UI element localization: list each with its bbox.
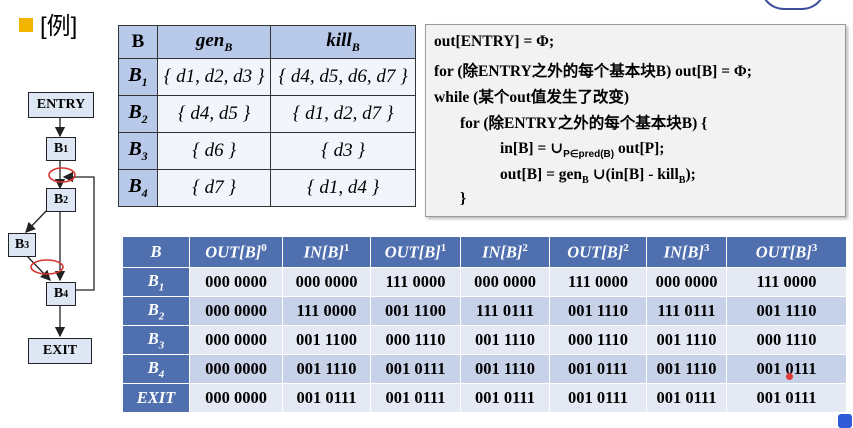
gk-gen: { d7 }: [156, 169, 272, 207]
res-cell: 001 1110: [282, 354, 371, 384]
res-cell: 001 0111: [646, 383, 727, 413]
app-corner-icon[interactable]: [838, 414, 852, 428]
gk-kill: { d1, d4 }: [270, 169, 416, 207]
algo-line-6: out[B] = genB ∪(in[B] - killB);: [500, 166, 696, 187]
highlight-ellipse-b2-in: [48, 167, 76, 183]
algo-line-3: while (某个out值发生了改变): [434, 89, 630, 106]
res-cell: 111 0111: [460, 296, 550, 326]
res-row: B2 000 0000 111 0000 001 1100 111 0111 001 11…: [122, 296, 847, 326]
gk-header-block: B: [118, 25, 158, 59]
res-block: B3: [122, 325, 190, 355]
res-cell: 001 1110: [549, 296, 647, 326]
res-cell: 000 0000: [460, 267, 550, 297]
university-logo: [760, 0, 826, 10]
gk-row: B3 { d6 } { d3 }: [118, 132, 416, 170]
res-block: B4: [122, 354, 190, 384]
res-header-out1: OUT[B]1: [370, 236, 461, 268]
algo-line-5: in[B] = ∪P∈pred(B) out[P];: [500, 140, 665, 161]
res-row: B3 000 0000 001 1100 000 1110 001 1110 000 11…: [122, 325, 847, 355]
res-cell: 001 1110: [646, 325, 727, 355]
res-cell: 000 0000: [189, 354, 283, 384]
node-exit: EXIT: [28, 338, 92, 364]
node-b4: B4: [46, 282, 76, 306]
node-entry: ENTRY: [28, 92, 94, 118]
res-cell: 000 0000: [189, 325, 283, 355]
title-bullet: [19, 18, 33, 32]
res-cell: 000 0000: [189, 383, 283, 413]
res-row: EXIT 000 0000 001 0111 001 0111 001 0111 001 …: [122, 383, 847, 413]
res-cell: 000 1110: [726, 325, 847, 355]
algo-line-2: for (除ENTRY之外的每个基本块B) out[B] = Φ;: [434, 63, 752, 80]
res-cell: 000 0000: [189, 267, 283, 297]
results-table: B OUT[B]0 IN[B]1 OUT[B]1 IN[B]2 OUT[B]2 …: [122, 236, 847, 413]
res-cell: 001 0111: [282, 383, 371, 413]
gk-row: B4 { d7 } { d1, d4 }: [118, 169, 416, 207]
gk-gen: { d1, d2, d3 }: [156, 58, 272, 96]
res-row: B4 000 0000 001 1110 001 0111 001 1110 001 01…: [122, 354, 847, 384]
algo-line-7: }: [460, 190, 467, 207]
res-cell: 001 1100: [282, 325, 371, 355]
res-cell: 111 0000: [549, 267, 647, 297]
res-cell: 000 0000: [282, 267, 371, 297]
res-row: B1 000 0000 000 0000 111 0000 000 0000 111 00…: [122, 267, 847, 297]
res-header-out0: OUT[B]0: [189, 236, 283, 268]
res-cell: 111 0000: [370, 267, 461, 297]
gk-kill: { d4, d5, d6, d7 }: [270, 58, 416, 96]
gk-block: B3: [118, 132, 158, 170]
res-cell: 001 0111: [370, 354, 461, 384]
gk-gen: { d4, d5 }: [156, 95, 272, 133]
gen-kill-table: B genB killB B1 { d1, d2, d3 } { d4, d5,…: [118, 25, 416, 207]
res-header-in3: IN[B]3: [646, 236, 727, 268]
algo-line-4: for (除ENTRY之外的每个基本块B) {: [460, 115, 708, 132]
res-cell: 111 0000: [726, 267, 847, 297]
flow-graph-edges: [25, 118, 95, 338]
res-cell: 001 0111: [726, 383, 847, 413]
res-header-in1: IN[B]1: [282, 236, 371, 268]
res-cell: 001 1110: [460, 325, 550, 355]
algorithm-box: out[ENTRY] = Φ; for (除ENTRY之外的每个基本块B) ou…: [425, 24, 846, 217]
res-cell: 111 0111: [646, 296, 727, 326]
res-block: B1: [122, 267, 190, 297]
node-b3: B3: [8, 233, 36, 257]
res-cell: 001 1100: [370, 296, 461, 326]
laser-pointer-dot: [786, 373, 793, 380]
gk-block: B2: [118, 95, 158, 133]
res-cell: 000 0000: [189, 296, 283, 326]
res-header-out3: OUT[B]3: [726, 236, 847, 268]
res-block: EXIT: [122, 383, 190, 413]
gk-header-kill: killB: [270, 25, 416, 59]
res-header-in2: IN[B]2: [460, 236, 550, 268]
algo-line-1: out[ENTRY] = Φ;: [434, 33, 555, 50]
res-cell: 001 0111: [460, 383, 550, 413]
res-cell: 001 0111: [549, 354, 647, 384]
gk-block: B4: [118, 169, 158, 207]
gk-gen: { d6 }: [156, 132, 272, 170]
res-header-block: B: [122, 236, 190, 268]
res-cell: 000 1110: [549, 325, 647, 355]
gk-row: B2 { d4, d5 } { d1, d2, d7 }: [118, 95, 416, 133]
gk-header-gen: genB: [156, 25, 272, 59]
example-label: [例]: [40, 13, 78, 40]
node-b1: B1: [46, 137, 76, 161]
res-cell: 000 1110: [370, 325, 461, 355]
res-block: B2: [122, 296, 190, 326]
res-cell: 001 0111: [549, 383, 647, 413]
gk-kill: { d3 }: [270, 132, 416, 170]
res-header-out2: OUT[B]2: [549, 236, 647, 268]
res-cell: 111 0000: [282, 296, 371, 326]
gk-kill: { d1, d2, d7 }: [270, 95, 416, 133]
res-cell: 001 1110: [726, 296, 847, 326]
res-cell: 000 0000: [646, 267, 727, 297]
res-cell: 001 1110: [460, 354, 550, 384]
res-cell: 001 0111: [370, 383, 461, 413]
gk-row: B1 { d1, d2, d3 } { d4, d5, d6, d7 }: [118, 58, 416, 96]
node-b2: B2: [46, 188, 76, 212]
res-cell: 001 1110: [646, 354, 727, 384]
highlight-ellipse-b4-in: [30, 259, 64, 275]
gk-block: B1: [118, 58, 158, 96]
